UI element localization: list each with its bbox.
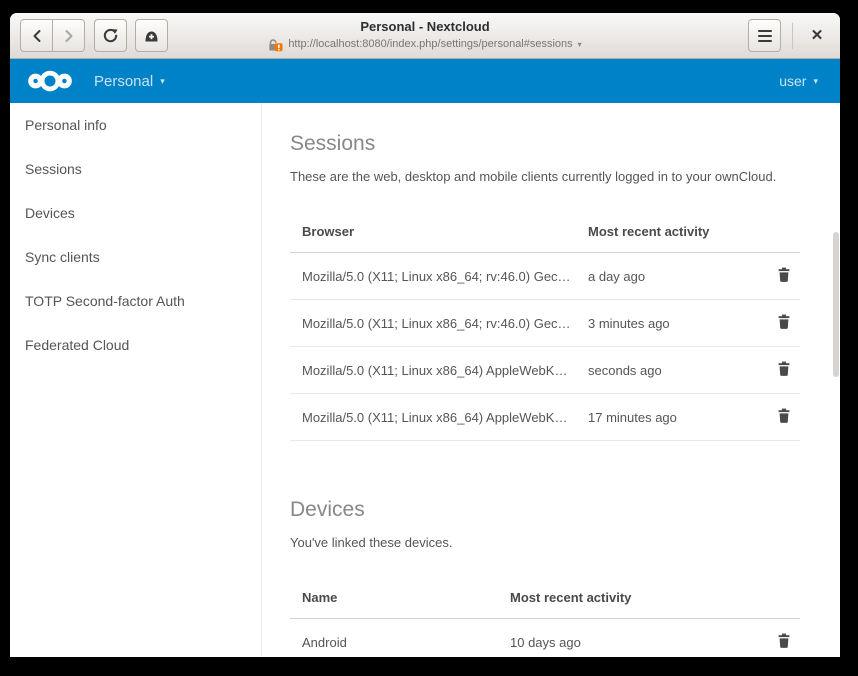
window-title: Personal - Nextcloud [268, 18, 581, 35]
devices-col-activity: Most recent activity [498, 564, 757, 619]
trash-icon [776, 360, 792, 377]
nextcloud-logo-icon[interactable] [28, 66, 72, 96]
session-browser: Mozilla/5.0 (X11; Linux x86_64; rv:46.0)… [290, 300, 576, 347]
hamburger-icon [758, 30, 772, 42]
new-tab-button[interactable] [135, 19, 168, 52]
titlebar-title-area: Personal - Nextcloud http://localhost:80… [268, 18, 581, 52]
session-activity: 17 minutes ago [576, 394, 757, 441]
sessions-description: These are the web, desktop and mobile cl… [290, 169, 802, 184]
url-display[interactable]: http://localhost:8080/index.php/settings… [268, 37, 581, 52]
toolbar-right: ✕ [748, 19, 830, 52]
delete-session-button[interactable] [776, 407, 792, 424]
sidebar-item-devices[interactable]: Devices [10, 191, 261, 235]
nextcloud-header: Personal ▾ user ▾ [10, 59, 840, 103]
app-menu[interactable]: Personal ▾ [94, 73, 165, 90]
sessions-col-browser: Browser [290, 198, 576, 253]
sidebar-item-totp[interactable]: TOTP Second-factor Auth [10, 279, 261, 323]
devices-section: Devices You've linked these devices. Nam… [290, 498, 802, 656]
delete-session-button[interactable] [776, 266, 792, 283]
app-menu-label: Personal [94, 73, 153, 90]
session-row: Mozilla/5.0 (X11; Linux x86_64; rv:46.0)… [290, 253, 800, 300]
devices-title: Devices [290, 498, 802, 522]
sessions-table: Browser Most recent activity Mozilla/5.0… [290, 198, 800, 441]
reload-button[interactable] [94, 19, 127, 52]
menu-button[interactable] [748, 19, 781, 52]
screen-background: Personal - Nextcloud http://localhost:80… [0, 0, 858, 676]
back-button[interactable] [20, 19, 53, 52]
delete-session-button[interactable] [776, 313, 792, 330]
session-row: Mozilla/5.0 (X11; Linux x86_64) AppleWeb… [290, 394, 800, 441]
trash-icon [776, 313, 792, 330]
scrollbar-thumb[interactable] [833, 232, 839, 377]
sessions-col-activity: Most recent activity [576, 198, 757, 253]
settings-content: Sessions These are the web, desktop and … [262, 103, 840, 656]
sessions-section: Sessions These are the web, desktop and … [290, 132, 802, 441]
user-menu-label: user [779, 73, 806, 89]
reload-icon [102, 27, 119, 44]
url-dropdown-icon[interactable]: ▾ [578, 37, 582, 52]
sidebar-item-federated-cloud[interactable]: Federated Cloud [10, 323, 261, 367]
close-button[interactable]: ✕ [804, 23, 830, 49]
delete-session-button[interactable] [776, 360, 792, 377]
session-browser: Mozilla/5.0 (X11; Linux x86_64; rv:46.0)… [290, 253, 576, 300]
sidebar-item-sync-clients[interactable]: Sync clients [10, 235, 261, 279]
session-activity: a day ago [576, 253, 757, 300]
trash-icon [776, 266, 792, 283]
url-text: http://localhost:8080/index.php/settings… [288, 37, 572, 52]
new-tab-icon [143, 28, 160, 43]
browser-window: Personal - Nextcloud http://localhost:80… [10, 13, 840, 657]
session-row: Mozilla/5.0 (X11; Linux x86_64) AppleWeb… [290, 347, 800, 394]
session-activity: seconds ago [576, 347, 757, 394]
titlebar-separator [792, 23, 793, 49]
user-menu-caret-icon: ▾ [813, 76, 818, 87]
session-browser: Mozilla/5.0 (X11; Linux x86_64) AppleWeb… [290, 347, 576, 394]
device-name: Android [290, 619, 498, 657]
sidebar-item-sessions[interactable]: Sessions [10, 147, 261, 191]
trash-icon [776, 632, 792, 649]
device-activity: 10 days ago [498, 619, 757, 657]
devices-description: You've linked these devices. [290, 535, 802, 550]
toolbar-left [20, 19, 168, 52]
session-browser: Mozilla/5.0 (X11; Linux x86_64) AppleWeb… [290, 394, 576, 441]
user-menu[interactable]: user ▾ [779, 73, 818, 89]
chevron-right-icon [62, 29, 76, 43]
sidebar-item-personal-info[interactable]: Personal info [10, 103, 261, 147]
browser-titlebar: Personal - Nextcloud http://localhost:80… [10, 13, 840, 59]
settings-sidebar: Personal info Sessions Devices Sync clie… [10, 103, 262, 656]
app-menu-caret-icon: ▾ [160, 76, 165, 87]
devices-table: Name Most recent activity Android 10 day… [290, 564, 800, 656]
devices-col-name: Name [290, 564, 498, 619]
session-activity: 3 minutes ago [576, 300, 757, 347]
nextcloud-header-left: Personal ▾ [28, 66, 165, 96]
sessions-col-actions [757, 198, 800, 253]
history-nav-group [20, 19, 85, 52]
forward-button[interactable] [52, 19, 85, 52]
sessions-title: Sessions [290, 132, 802, 156]
device-row: Android 10 days ago [290, 619, 800, 657]
delete-device-button[interactable] [776, 632, 792, 649]
insecure-lock-icon [268, 38, 283, 52]
session-row: Mozilla/5.0 (X11; Linux x86_64; rv:46.0)… [290, 300, 800, 347]
chevron-left-icon [30, 29, 44, 43]
trash-icon [776, 407, 792, 424]
devices-col-actions [757, 564, 800, 619]
settings-page: Personal info Sessions Devices Sync clie… [10, 103, 840, 656]
